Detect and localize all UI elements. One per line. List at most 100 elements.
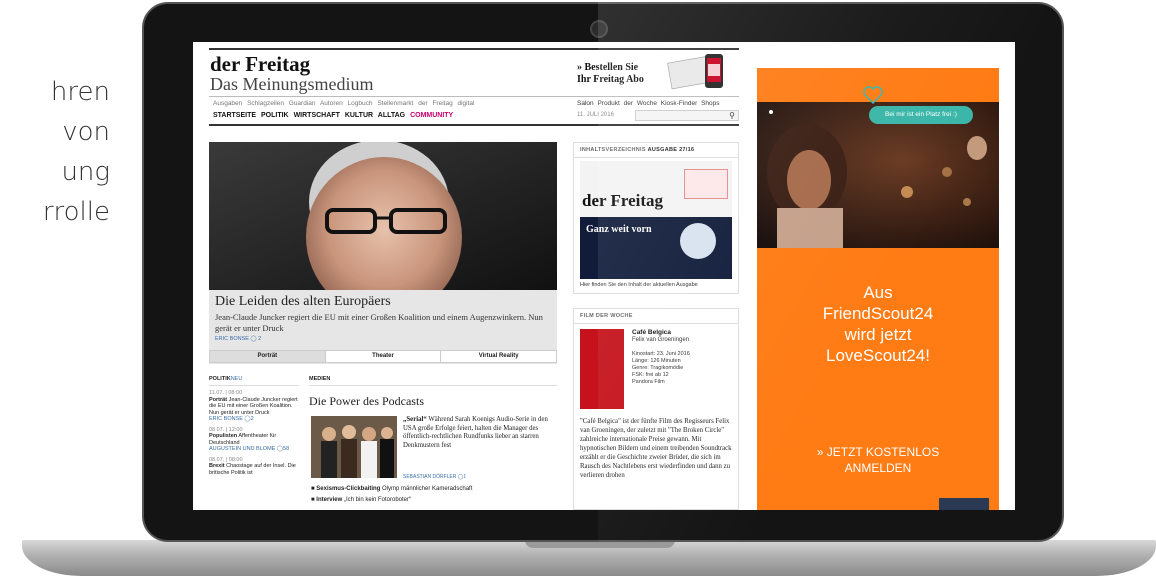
film-head: FILM DER WOCHE xyxy=(574,309,738,324)
hero-meta: ERIC BONSE ◯ 2 xyxy=(215,336,261,342)
subnav-item[interactable]: Produkt der Woche xyxy=(597,100,657,107)
hero-comments: 2 xyxy=(258,336,262,342)
item-comments: 58 xyxy=(283,446,290,452)
nav-startseite[interactable]: STARTSEITE xyxy=(213,112,256,119)
medien-head[interactable]: MEDIEN xyxy=(309,376,557,386)
ad-signup-button[interactable]: » JETZT KOSTENLOS ANMELDEN xyxy=(757,444,999,476)
item-title: Porträt xyxy=(209,396,228,403)
ad-cta-line: » JETZT KOSTENLOS xyxy=(816,445,940,459)
heart-icon xyxy=(863,86,883,104)
ad-bar xyxy=(939,498,989,510)
subnav-item[interactable]: Guardian xyxy=(289,100,316,107)
cover-teaser xyxy=(684,169,728,199)
cover-headline: Ganz weit vorn xyxy=(586,224,652,235)
film-box: FILM DER WOCHE Café Belgica Felix van Gr… xyxy=(573,308,739,510)
chat-bubble: Bei mir ist ein Platz frei :) xyxy=(869,106,973,124)
issue-cover[interactable]: der Freitag Ganz weit vorn xyxy=(580,161,732,279)
list-item-bold: Sexismus-Clickbaiting xyxy=(316,486,381,492)
phone-newspaper-icon[interactable] xyxy=(667,50,727,92)
side-text: hren von ung rrolle xyxy=(0,72,110,232)
subnav-item[interactable]: Salon xyxy=(577,100,594,107)
medien-teaser: „Serial“ Während Sarah Koenigs Audio-Ser… xyxy=(403,416,553,450)
subnav-right: Salon Produkt der Woche Kiosk-Finder Sho… xyxy=(577,100,720,107)
side-text-line: rrolle xyxy=(42,197,110,227)
hero-teaser[interactable]: Die Leiden des alten Europäers Jean-Clau… xyxy=(209,142,557,364)
film-info-line: Genre: Tragikomödie xyxy=(632,365,684,371)
nav-community[interactable]: COMMUNITY xyxy=(410,112,453,119)
list-item-bold: Interview xyxy=(316,497,343,503)
subnav-item[interactable]: Autoren xyxy=(320,100,343,107)
search-input[interactable]: ⚲ xyxy=(635,110,739,121)
film-director: Felix van Groeningen xyxy=(632,337,690,343)
subnav-item[interactable]: Stellenmarkt xyxy=(377,100,413,107)
ad-title-line: FriendScout24 xyxy=(822,304,934,323)
abo-line: » Bestellen Sie xyxy=(577,62,639,73)
main-nav: STARTSEITE POLITIK WIRTSCHAFT KULTUR ALL… xyxy=(213,112,453,119)
subnav-item[interactable]: Logbuch xyxy=(348,100,373,107)
toc-box[interactable]: INHALTSVERZEICHNIS AUSGABE 27/16 der Fre… xyxy=(573,142,739,294)
podcast-photo[interactable] xyxy=(311,416,397,478)
divider xyxy=(209,124,739,126)
film-info: Kinostart: 23. Juni 2016 Länge: 126 Minu… xyxy=(632,351,690,386)
hero-author[interactable]: ERIC BONSE xyxy=(215,336,249,342)
nav-kultur[interactable]: KULTUR xyxy=(345,112,373,119)
politik-title: POLITIK xyxy=(209,376,231,382)
item-author[interactable]: AUGUSTEIN UND BLOME xyxy=(209,446,275,452)
abo-link[interactable]: » Bestellen Sie Ihr Freitag Abo xyxy=(577,62,644,86)
nav-politik[interactable]: POLITIK xyxy=(261,112,289,119)
subnav-item[interactable]: der Freitag digital xyxy=(418,100,474,107)
film-info-line: Kinostart: 23. Juni 2016 xyxy=(632,351,690,357)
medien-teaser-bold: „Serial“ xyxy=(403,416,427,423)
medien-comments: 1 xyxy=(463,474,467,480)
hero-photo[interactable] xyxy=(209,142,557,290)
tab-portraet[interactable]: Porträt xyxy=(210,351,325,362)
subnav-item[interactable]: Kiosk-Finder xyxy=(661,100,697,107)
film-info-line: FSK: frei ab 12 xyxy=(632,372,669,378)
toc-caption[interactable]: Hier finden Sie den Inhalt der aktuellen… xyxy=(580,282,698,288)
medien-author[interactable]: SEBASTIAN DÖRFLER xyxy=(403,474,456,480)
item-title: Brexit xyxy=(209,463,225,469)
list-item-text: „Ich bin kein Fotoroboter“ xyxy=(342,497,412,503)
nav-alltag[interactable]: ALLTAG xyxy=(378,112,405,119)
date-label: 11. JULI 2016 xyxy=(577,112,614,118)
subnav-item[interactable]: Ausgaben xyxy=(213,100,242,107)
lovescout-ad[interactable]: Bei mir ist ein Platz frei :) Aus Friend… xyxy=(757,68,999,510)
list-item[interactable]: 08.07. | 12:00 Populisten Affentheater f… xyxy=(209,427,299,453)
toc-head: INHALTSVERZEICHNIS AUSGABE 27/16 xyxy=(574,143,738,158)
divider xyxy=(209,48,739,50)
moon-icon xyxy=(680,223,716,259)
side-text-line: hren xyxy=(50,77,110,107)
film-poster[interactable] xyxy=(580,329,624,409)
film-info-line: Pandora Film xyxy=(632,379,665,385)
list-item[interactable]: 11.07. | 08:00 Porträt Jean-Claude Junck… xyxy=(209,390,299,423)
site-slogan: Das Meinungsmedium xyxy=(210,74,374,94)
toc-issue: AUSGABE 27/16 xyxy=(647,147,695,153)
item-author[interactable]: ERIC BONSE xyxy=(209,416,243,422)
subnav: Ausgaben Schlagzeilen Guardian Autoren L… xyxy=(213,100,475,107)
abo-line: Ihr Freitag Abo xyxy=(577,74,644,85)
tab-theater[interactable]: Theater xyxy=(324,351,441,362)
medien-meta: SEBASTIAN DÖRFLER ◯1 xyxy=(403,474,466,480)
cover-logo: der Freitag xyxy=(582,191,664,210)
list-item[interactable]: ■ Sexismus-Clickbaiting Olymp männlicher… xyxy=(311,484,472,495)
laptop-screen: der Freitag Das Meinungsmedium » Bestell… xyxy=(193,42,1015,510)
search-icon[interactable]: ⚲ xyxy=(729,111,735,120)
list-item-text: Olymp männlicher Kameradschaft xyxy=(380,486,473,492)
ad-title-line: Aus xyxy=(863,283,893,302)
item-comments: 2 xyxy=(250,416,254,422)
politik-head[interactable]: POLITIKNEU xyxy=(209,376,299,386)
side-text-line: ung xyxy=(61,157,110,187)
subnav-item[interactable]: Shops xyxy=(701,100,719,107)
ad-title: Aus FriendScout24 wird jetzt LoveScout24… xyxy=(757,282,999,366)
medien-column: MEDIEN Die Power des Podcasts „Serial“ W… xyxy=(309,376,557,510)
tab-virtual-reality[interactable]: Virtual Reality xyxy=(440,351,556,362)
list-item[interactable]: 08.07. | 08:00 Brexit Chaostage auf der … xyxy=(209,457,299,477)
hero-subtitle: Jean-Claude Juncker regiert die EU mit e… xyxy=(215,312,543,333)
hero-tabs: Porträt Theater Virtual Reality xyxy=(209,350,557,363)
film-title[interactable]: Café Belgica xyxy=(632,329,671,336)
subnav-item[interactable]: Schlagzeilen xyxy=(247,100,284,107)
hero-title[interactable]: Die Leiden des alten Europäers xyxy=(215,294,391,310)
medien-title[interactable]: Die Power des Podcasts xyxy=(309,394,557,409)
list-item[interactable]: ■ Interview „Ich bin kein Fotoroboter“ xyxy=(311,495,472,506)
nav-wirtschaft[interactable]: WIRTSCHAFT xyxy=(294,112,340,119)
